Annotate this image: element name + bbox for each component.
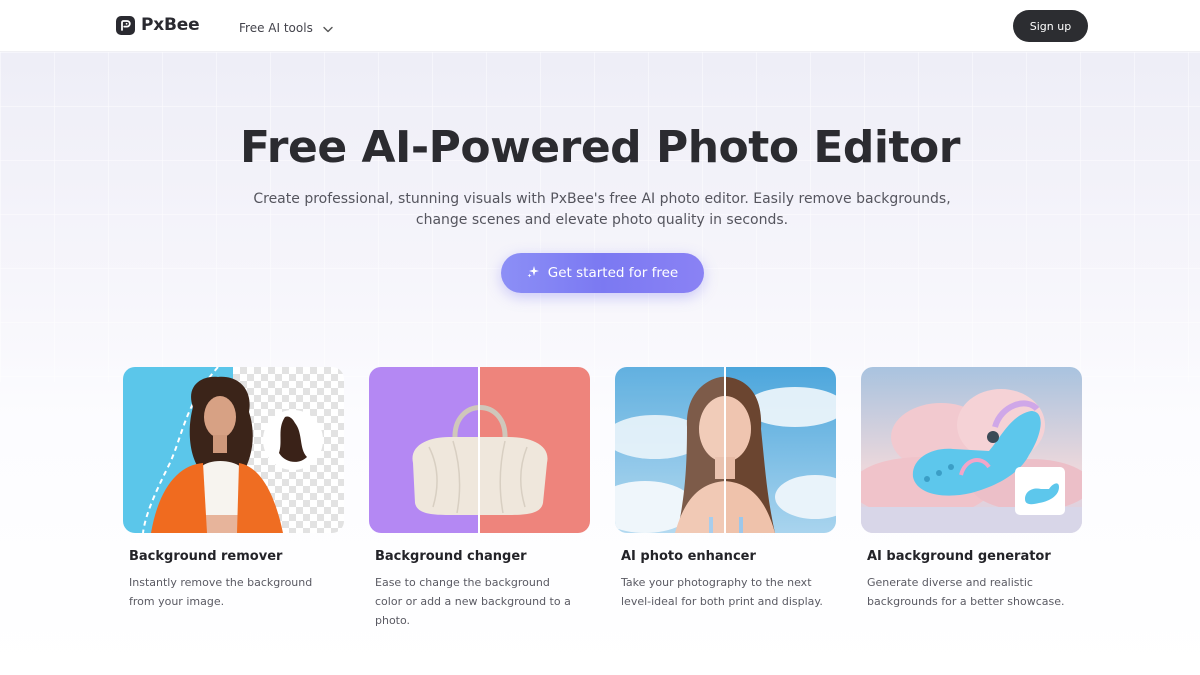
chevron-down-icon bbox=[323, 18, 333, 37]
card-title: Background changer bbox=[375, 549, 527, 564]
tool-card-background-remover[interactable]: Background remover Instantly remove the … bbox=[123, 367, 344, 611]
card-title: AI background generator bbox=[867, 549, 1051, 564]
card-title: Background remover bbox=[129, 549, 283, 564]
tool-card-ai-photo-enhancer[interactable]: AI photo enhancer Take your photography … bbox=[615, 367, 836, 611]
brand-logo[interactable]: PxBee bbox=[116, 15, 200, 35]
ai-background-generator-image bbox=[861, 367, 1082, 533]
top-navbar: PxBee Free AI tools Sign up bbox=[0, 0, 1200, 52]
tool-card-ai-background-generator[interactable]: AI background generator Generate diverse… bbox=[861, 367, 1082, 611]
background-remover-image bbox=[123, 367, 344, 533]
background-changer-image bbox=[369, 367, 590, 533]
hero-section: Free AI-Powered Photo Editor Create prof… bbox=[0, 52, 1200, 675]
get-started-label: Get started for free bbox=[547, 265, 679, 281]
brand-name: PxBee bbox=[141, 15, 200, 35]
get-started-button[interactable]: Get started for free bbox=[501, 253, 704, 293]
ai-photo-enhancer-image bbox=[615, 367, 836, 533]
sparkle-icon bbox=[527, 265, 540, 282]
card-description: Take your photography to the next level-… bbox=[621, 576, 823, 608]
card-description: Ease to change the background color or a… bbox=[375, 576, 571, 627]
hero-subtitle: Create professional, stunning visuals wi… bbox=[253, 191, 951, 228]
nav-free-ai-tools-dropdown[interactable]: Free AI tools bbox=[239, 18, 333, 37]
pxbee-logo-icon bbox=[116, 15, 135, 35]
nav-free-ai-tools-label: Free AI tools bbox=[239, 20, 313, 35]
card-description: Instantly remove the background from you… bbox=[129, 576, 313, 608]
page-title: Free AI-Powered Photo Editor bbox=[240, 122, 960, 173]
tool-card-background-changer[interactable]: Background changer Ease to change the ba… bbox=[369, 367, 590, 630]
card-description: Generate diverse and realistic backgroun… bbox=[867, 576, 1065, 608]
signup-button[interactable]: Sign up bbox=[1013, 10, 1088, 42]
card-title: AI photo enhancer bbox=[621, 549, 756, 564]
